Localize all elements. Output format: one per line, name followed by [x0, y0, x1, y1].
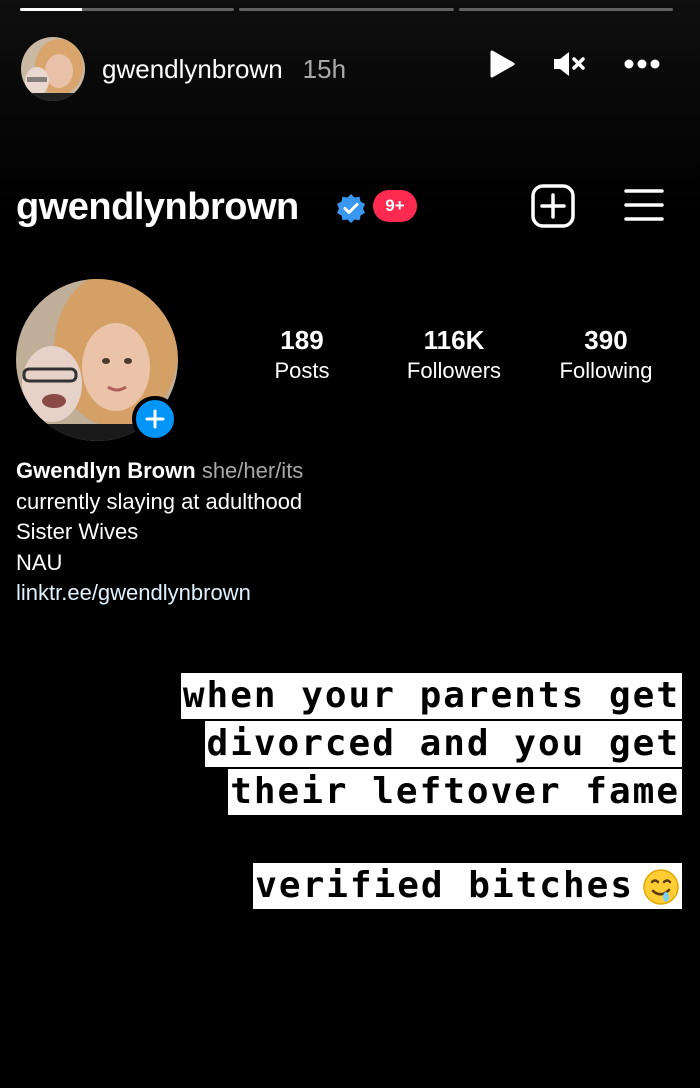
story-progress [20, 8, 673, 12]
menu-icon[interactable] [624, 188, 664, 222]
tagline-text: verified bitches [255, 865, 634, 906]
drooling-face-icon [643, 869, 679, 905]
bio-line: NAU [16, 549, 63, 575]
play-icon[interactable] [486, 49, 516, 79]
tagline-box: verified bitches [253, 863, 682, 909]
progress-segment [20, 8, 235, 11]
progress-segment [239, 8, 454, 11]
stat-value: 189 [280, 325, 324, 355]
stat-posts[interactable]: 189 Posts [227, 323, 377, 385]
bio-line: currently slaying at adulthood [16, 488, 303, 514]
progress-fill [20, 8, 83, 11]
profile-handle: gwendlynbrown [16, 186, 299, 228]
profile-bio: Gwendlyn Brown she/her/its currently sla… [16, 456, 616, 609]
story-header: gwendlynbrown 15h [21, 37, 680, 101]
caption-line: when your parents get [180, 673, 682, 719]
story-username[interactable]: gwendlynbrown [102, 54, 283, 85]
stat-label: Posts [274, 358, 330, 383]
verified-badge-icon [337, 194, 365, 223]
stat-followers[interactable]: 116K Followers [379, 323, 529, 385]
mute-icon[interactable] [552, 49, 586, 79]
story-tagline: verified bitches [253, 863, 682, 911]
add-post-icon[interactable] [531, 184, 575, 228]
display-name: Gwendlyn Brown [16, 458, 196, 483]
avatar-image [21, 37, 85, 101]
story-timestamp: 15h [302, 53, 347, 84]
bio-line: Sister Wives [16, 519, 139, 544]
notification-badge: 9+ [373, 190, 417, 222]
more-icon[interactable] [624, 58, 660, 70]
stat-following[interactable]: 390 Following [531, 323, 681, 385]
caption-line: their leftover fame [228, 769, 682, 815]
plus-icon [145, 409, 165, 429]
story-controls [486, 49, 660, 79]
story-avatar[interactable] [21, 37, 85, 101]
bio-link[interactable]: linktr.ee/gwendlynbrown [16, 578, 616, 609]
stat-label: Following [559, 358, 653, 383]
pronouns: she/her/its [201, 458, 304, 483]
bio-name-row: Gwendlyn Brown she/her/its [16, 456, 616, 487]
add-story-button[interactable] [132, 396, 178, 442]
stat-label: Followers [406, 358, 502, 383]
progress-segment [458, 8, 673, 11]
stat-value: 390 [584, 325, 628, 355]
story-caption: when your parents get divorced and you g… [180, 673, 682, 817]
caption-line: divorced and you get [204, 721, 682, 767]
profile-topbar: gwendlynbrown 9+ [16, 180, 686, 236]
stat-value: 116K [423, 325, 485, 355]
